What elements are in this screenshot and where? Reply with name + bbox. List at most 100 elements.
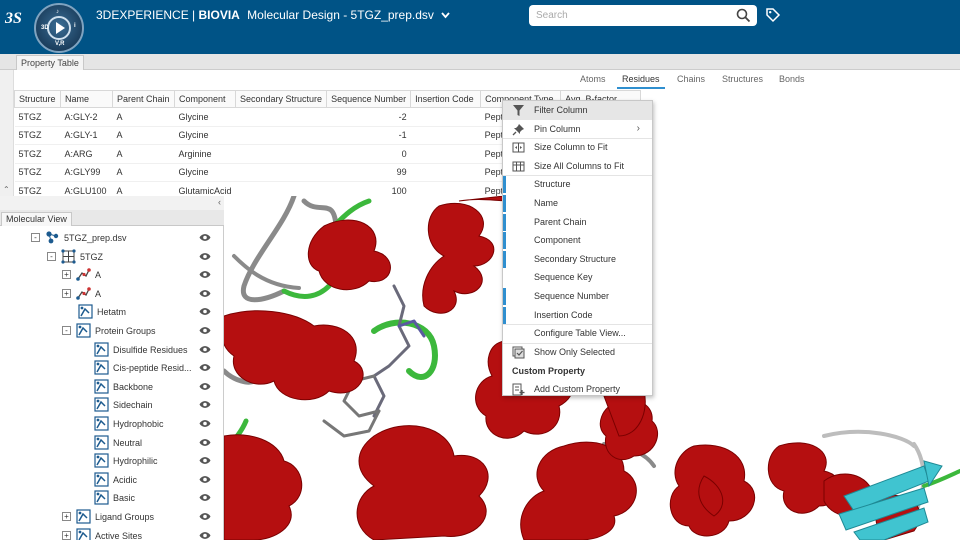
search-input[interactable] xyxy=(536,8,726,23)
visibility-eye-icon[interactable] xyxy=(199,289,211,298)
menu-item-configure-table-view[interactable]: Configure Table View... xyxy=(503,324,652,343)
column-header[interactable]: Structure xyxy=(14,90,61,108)
tree-item[interactable]: Hetatm xyxy=(0,303,224,321)
document-title: Molecular Design - 5TGZ_prep.dsv xyxy=(247,8,434,22)
collapse-up-icon[interactable]: ⌃ xyxy=(3,185,10,194)
menu-item-filter-column[interactable]: Filter Column xyxy=(503,101,652,120)
ds-logo-icon[interactable]: 3S xyxy=(4,6,30,28)
visibility-eye-icon[interactable] xyxy=(199,363,211,372)
table-cell xyxy=(410,144,481,164)
table-cell: Glycine xyxy=(174,163,236,182)
play-icon xyxy=(56,22,65,34)
tree-item[interactable]: Basic xyxy=(0,489,224,507)
chevron-down-icon[interactable] xyxy=(441,11,450,21)
menu-item-insertion-code[interactable]: Insertion Code xyxy=(503,306,652,325)
menu-item-add-custom-property[interactable]: Add Custom Property xyxy=(503,380,652,399)
expand-icon[interactable]: + xyxy=(62,512,71,521)
menu-item-sequence-key[interactable]: Sequence Key xyxy=(503,268,652,287)
column-header[interactable]: Parent Chain xyxy=(112,90,175,108)
menu-item-label: Insertion Code xyxy=(534,309,593,320)
tree-item[interactable]: - 5TGZ_prep.dsv xyxy=(0,229,224,247)
show-selected-icon xyxy=(512,346,525,359)
subtab-atoms[interactable]: Atoms xyxy=(580,72,606,89)
menu-section-title: Custom Property xyxy=(512,366,586,377)
table-cell: 5TGZ xyxy=(14,107,61,127)
tree-item[interactable]: + Ligand Groups xyxy=(0,508,224,526)
column-header[interactable]: Sequence Number xyxy=(326,90,412,108)
subtab-residues[interactable]: Residues xyxy=(617,72,665,89)
menu-item-structure[interactable]: Structure xyxy=(503,175,652,194)
visibility-eye-icon[interactable] xyxy=(199,475,211,484)
visibility-eye-icon[interactable] xyxy=(199,400,211,409)
tree-item[interactable]: Hydrophobic xyxy=(0,415,224,433)
menu-item-show-only-selected[interactable]: Show Only Selected xyxy=(503,343,652,362)
app-title[interactable]: 3DEXPERIENCE | BIOVIA Molecular Design -… xyxy=(96,8,450,22)
visibility-eye-icon[interactable] xyxy=(199,307,211,316)
tab-property-table[interactable]: Property Table xyxy=(16,55,84,70)
table-cell: Glycine xyxy=(174,107,236,127)
visibility-eye-icon[interactable] xyxy=(199,438,211,447)
visibility-eye-icon[interactable] xyxy=(199,419,211,428)
column-header[interactable]: Name xyxy=(60,90,113,108)
collapse-icon[interactable]: - xyxy=(62,326,71,335)
panel-side-strip: ⌃ xyxy=(0,70,14,196)
menu-item-sequence-number[interactable]: Sequence Number xyxy=(503,287,652,306)
tree-item[interactable]: - Protein Groups xyxy=(0,322,224,340)
tree-item[interactable]: Backbone xyxy=(0,378,224,396)
tree-item-label: Neutral xyxy=(113,437,143,448)
column-header[interactable]: Insertion Code xyxy=(410,90,482,108)
table-cell xyxy=(235,144,327,164)
menu-item-size-all-columns-to-fit[interactable]: Size All Columns to Fit xyxy=(503,157,652,176)
tree-item[interactable]: + Active Sites xyxy=(0,527,224,540)
collapse-icon[interactable]: - xyxy=(47,251,56,261)
subtab-chains[interactable]: Chains xyxy=(677,72,705,89)
table-cell: 5TGZ xyxy=(14,126,61,145)
tree-item[interactable]: Cis-peptide Resid... xyxy=(0,359,224,377)
search-icon[interactable] xyxy=(736,8,751,23)
tree-item[interactable]: + A xyxy=(0,266,224,284)
tab-molecular-view[interactable]: Molecular View xyxy=(1,212,72,226)
visibility-eye-icon[interactable] xyxy=(199,531,211,540)
molecular-view-tabbar: Molecular View xyxy=(0,210,224,226)
subtab-structures[interactable]: Structures xyxy=(722,72,763,89)
menu-item-label: Name xyxy=(534,198,559,208)
visibility-eye-icon[interactable] xyxy=(199,233,211,242)
menu-item-component[interactable]: Component xyxy=(503,231,652,250)
brand-bold: BIOVIA xyxy=(198,8,240,22)
tree-item[interactable]: - 5TGZ xyxy=(0,248,224,266)
compass-icon[interactable]: 3D V,R i ♪ xyxy=(34,3,84,53)
tree-item[interactable]: Acidic xyxy=(0,471,224,489)
menu-item-secondary-structure[interactable]: Secondary Structure xyxy=(503,250,652,269)
visibility-eye-icon[interactable] xyxy=(199,326,211,335)
subtab-bonds[interactable]: Bonds xyxy=(779,72,805,89)
compass-i: i xyxy=(74,23,76,29)
collapse-left-icon[interactable]: ‹ xyxy=(218,197,221,207)
tree-item[interactable]: Neutral xyxy=(0,434,224,452)
tree-item[interactable]: + A xyxy=(0,285,224,303)
visibility-eye-icon[interactable] xyxy=(199,456,211,465)
menu-item-parent-chain[interactable]: Parent Chain xyxy=(503,213,652,232)
tree-item[interactable]: Hydrophilic xyxy=(0,452,224,470)
visibility-eye-icon[interactable] xyxy=(199,345,211,354)
table-cell: A:GLY-1 xyxy=(60,126,113,145)
tag-icon[interactable] xyxy=(765,7,781,23)
menu-item-pin-column[interactable]: Pin Column › xyxy=(503,120,652,139)
table-cell: 99 xyxy=(326,163,411,182)
expand-icon[interactable]: + xyxy=(62,530,71,540)
menu-item-name[interactable]: Name xyxy=(503,194,652,213)
collapse-icon[interactable]: - xyxy=(31,233,40,242)
menu-item-size-column-to-fit[interactable]: Size Column to Fit xyxy=(503,138,652,157)
compass-sub: V,R xyxy=(55,41,65,47)
column-header[interactable]: Secondary Structure xyxy=(235,90,328,108)
column-header[interactable]: Component xyxy=(173,90,237,108)
visibility-eye-icon[interactable] xyxy=(199,252,211,261)
expand-icon[interactable]: + xyxy=(62,288,71,298)
expand-icon[interactable]: + xyxy=(62,270,71,280)
tree-item[interactable]: Disulfide Residues xyxy=(0,341,224,359)
visibility-eye-icon[interactable] xyxy=(199,512,211,521)
visibility-eye-icon[interactable] xyxy=(199,493,211,502)
visibility-eye-icon[interactable] xyxy=(199,270,211,279)
menu-item-label: Filter Column xyxy=(534,105,588,115)
visibility-eye-icon[interactable] xyxy=(199,382,211,391)
tree-item[interactable]: Sidechain xyxy=(0,396,224,414)
